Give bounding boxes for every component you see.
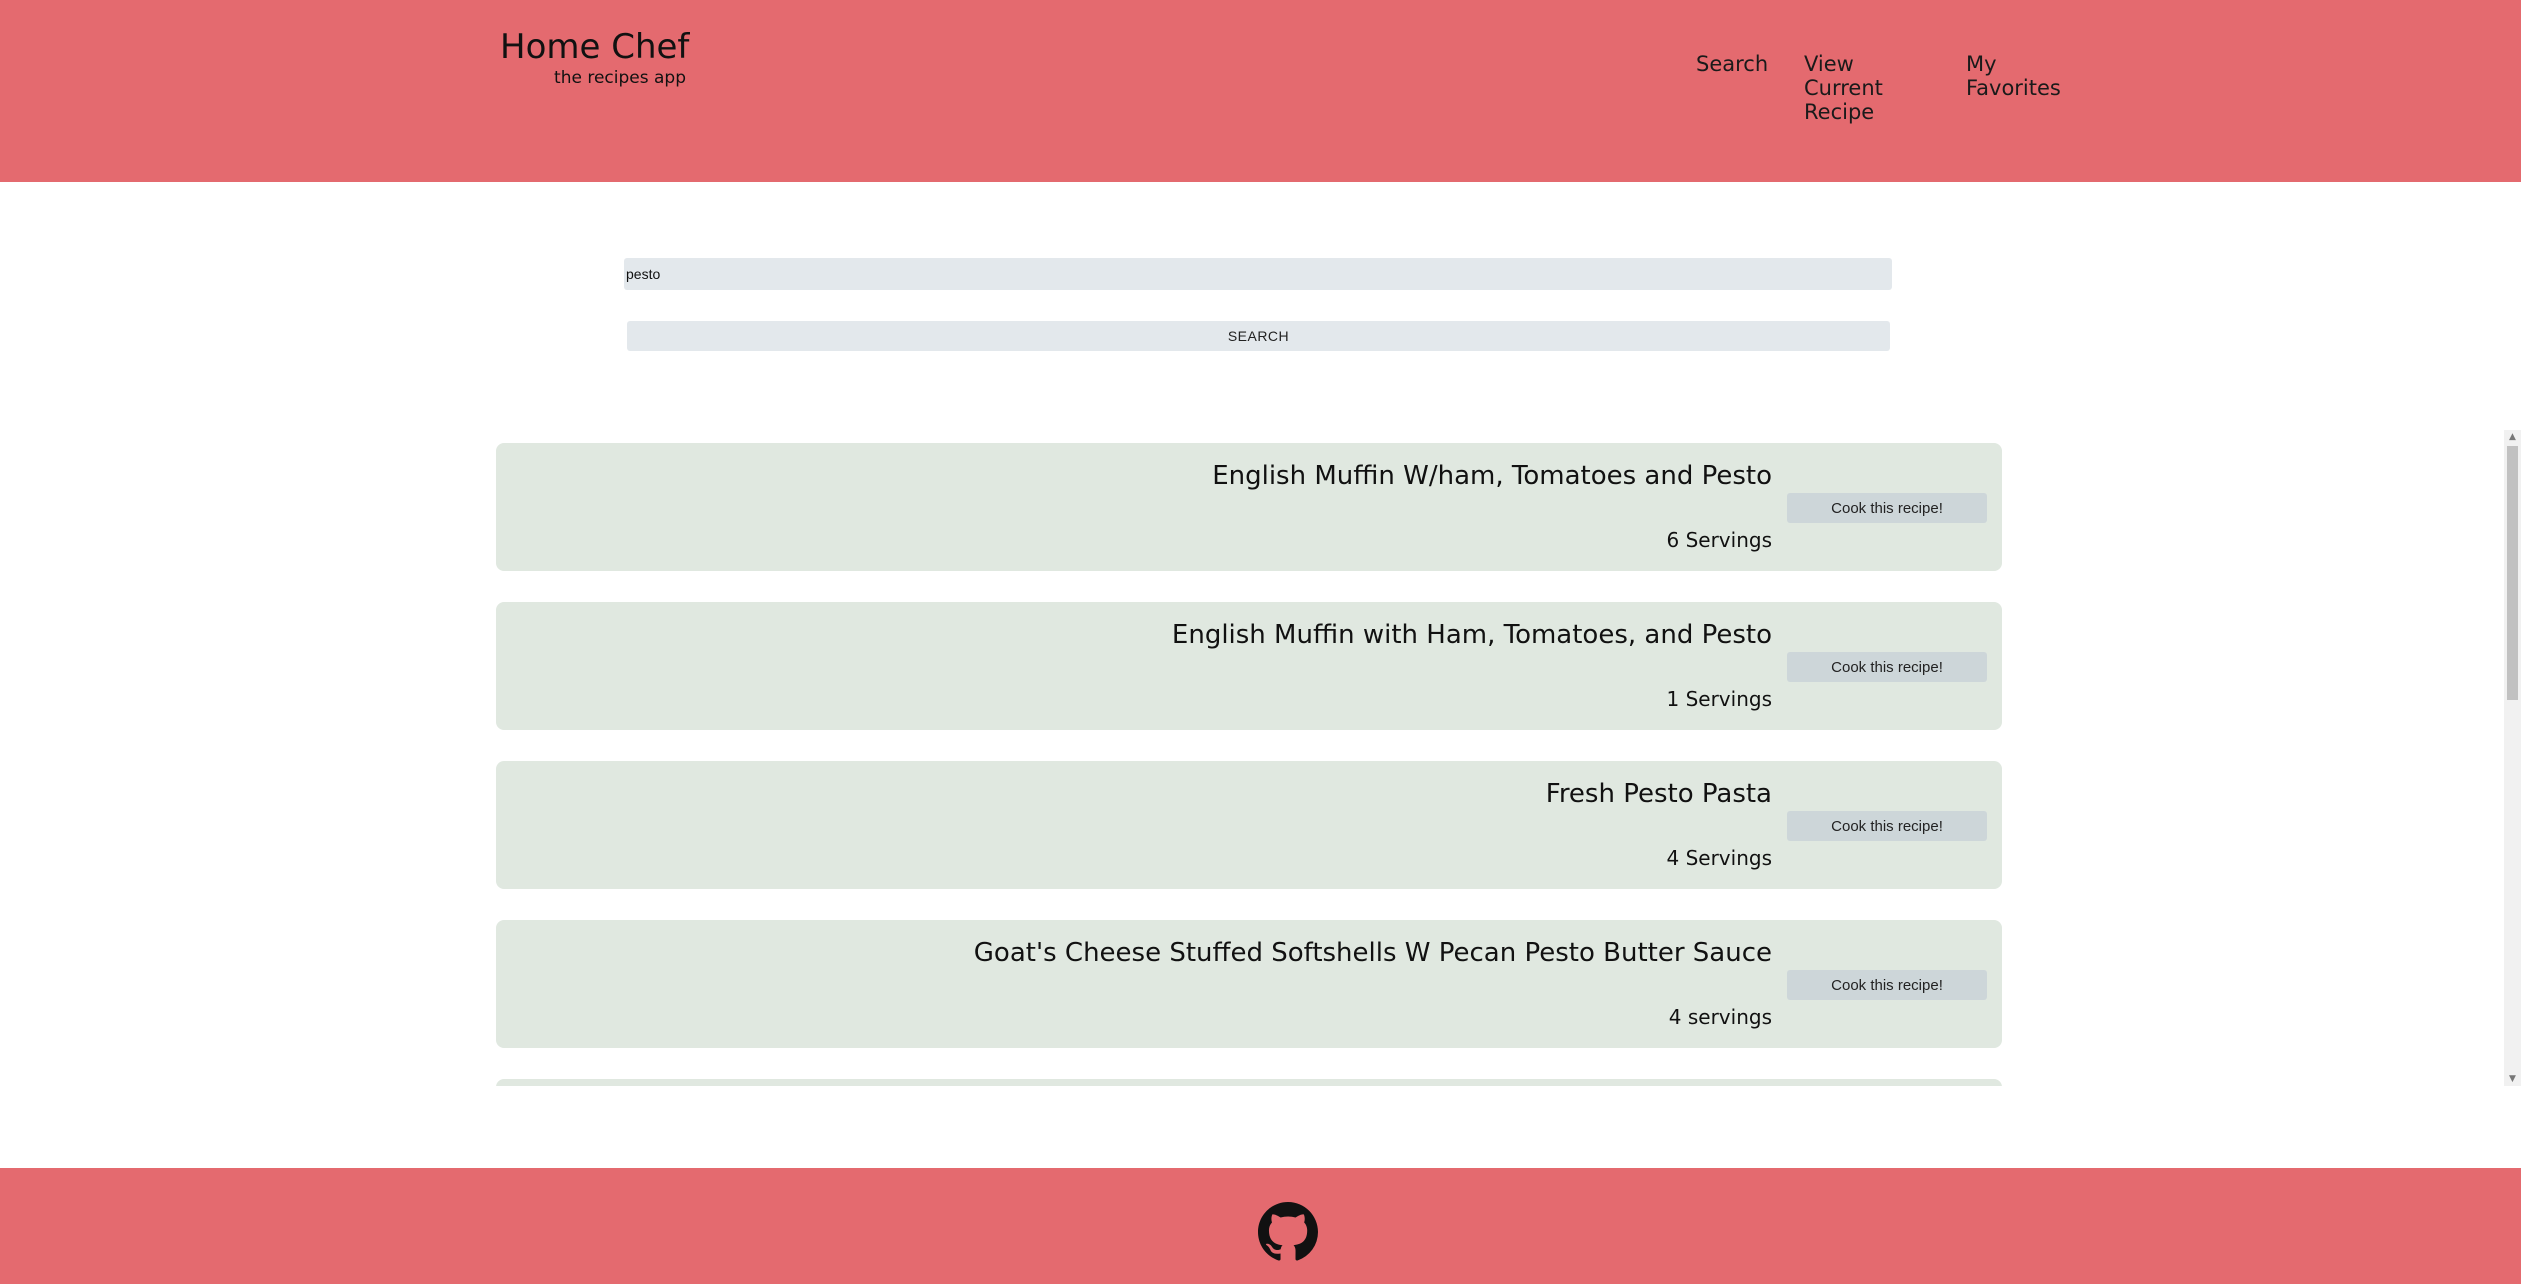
recipe-title: English Muffin with Ham, Tomatoes, and P… <box>1171 620 1772 650</box>
nav-current-recipe-link[interactable]: View Current Recipe <box>1804 52 1904 124</box>
recipe-card: English Muffin W/ham, Tomatoes and Pesto… <box>496 443 2002 571</box>
recipe-title: English Muffin W/ham, Tomatoes and Pesto <box>1212 461 1772 491</box>
nav-search-link[interactable]: Search <box>1696 52 1768 76</box>
nav-favorites-link[interactable]: My Favorites <box>1966 52 2086 100</box>
header: Home Chef the recipes app Search View Cu… <box>0 0 2521 182</box>
search-input[interactable] <box>624 258 1892 290</box>
recipe-card: Goat's Cheese Stuffed Softshells W Pecan… <box>496 920 2002 1048</box>
recipe-servings: 4 Servings <box>1666 846 1773 870</box>
recipe-card: Fresh Pesto Pasta 4 Servings Cook this r… <box>496 761 2002 889</box>
footer <box>0 1168 2521 1284</box>
recipe-servings: 1 Servings <box>1666 687 1773 711</box>
brand[interactable]: Home Chef the recipes app <box>500 26 690 88</box>
scroll-thumb[interactable] <box>2507 446 2518 700</box>
search-button[interactable]: SEARCH <box>627 321 1890 351</box>
scroll-up-icon[interactable]: ▲ <box>2504 430 2521 444</box>
cook-recipe-button[interactable]: Cook this recipe! <box>1787 652 1987 682</box>
results-scrollbar[interactable]: ▲ ▼ <box>2504 430 2521 1086</box>
results-list[interactable]: English Muffin W/ham, Tomatoes and Pesto… <box>496 443 2004 1086</box>
recipe-title: Fresh Pesto Pasta <box>1545 779 1772 809</box>
github-icon[interactable] <box>1258 1202 1318 1262</box>
brand-title: Home Chef <box>500 27 690 67</box>
recipe-card-partial <box>496 1079 2002 1086</box>
cook-recipe-button[interactable]: Cook this recipe! <box>1787 970 1987 1000</box>
recipe-servings: 4 servings <box>1668 1005 1772 1029</box>
cook-recipe-button[interactable]: Cook this recipe! <box>1787 493 1987 523</box>
recipe-title: Goat's Cheese Stuffed Softshells W Pecan… <box>973 938 1772 968</box>
scroll-down-icon[interactable]: ▼ <box>2504 1072 2521 1086</box>
recipe-servings: 6 Servings <box>1666 528 1773 552</box>
brand-subtitle: the recipes app <box>554 68 686 88</box>
cook-recipe-button[interactable]: Cook this recipe! <box>1787 811 1987 841</box>
recipe-card: English Muffin with Ham, Tomatoes, and P… <box>496 602 2002 730</box>
